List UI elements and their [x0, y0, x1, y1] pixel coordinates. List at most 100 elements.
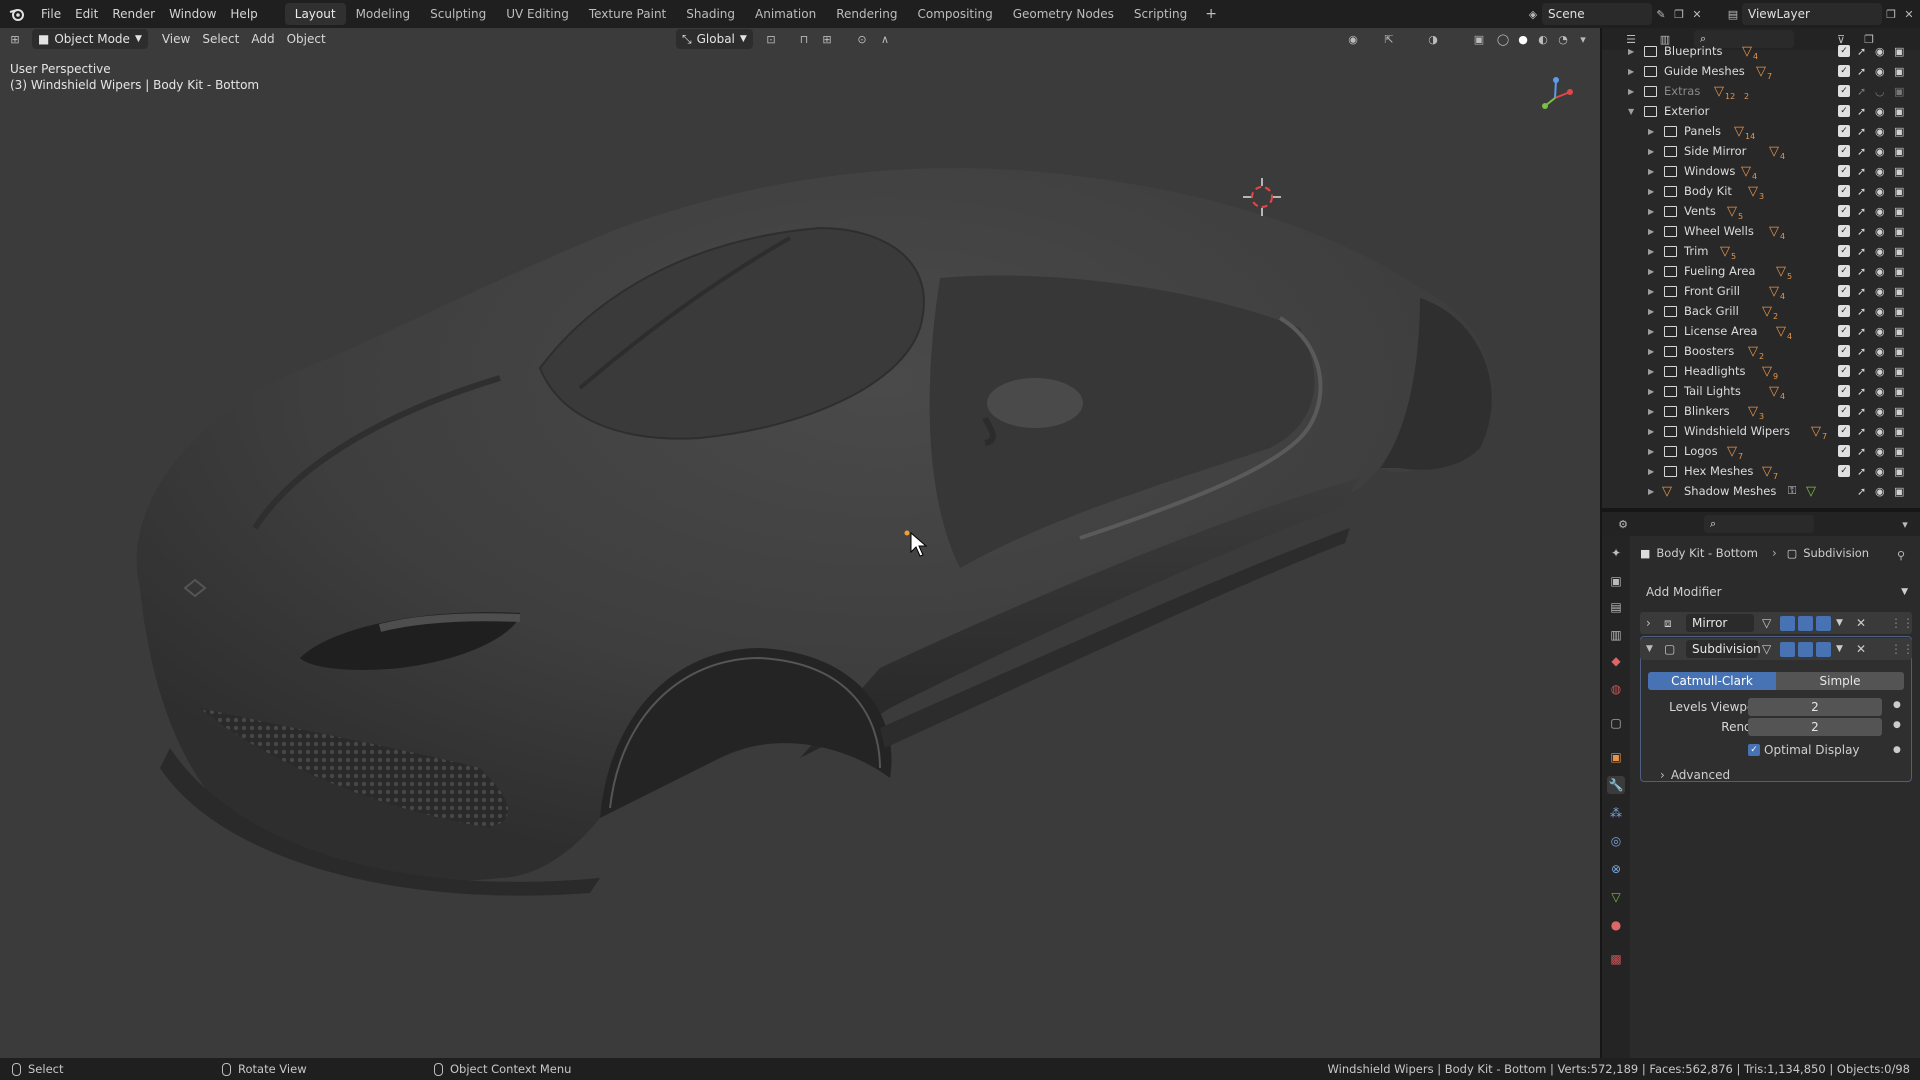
- scene-tab-icon[interactable]: ◆: [1607, 652, 1625, 670]
- outliner-row[interactable]: ▶ Windows ▽ 4 ✓ ➚ ◉ ▣: [1602, 161, 1920, 182]
- expand-right-icon[interactable]: ▶: [1628, 47, 1634, 56]
- eye-icon[interactable]: ◉: [1875, 285, 1885, 298]
- mesh-count-icon[interactable]: ▽: [1769, 144, 1779, 159]
- selectable-icon[interactable]: ➚: [1857, 105, 1866, 118]
- eye-icon[interactable]: ◉: [1875, 65, 1885, 78]
- exclude-checkbox[interactable]: ✓: [1838, 345, 1850, 357]
- world-tab-icon[interactable]: ◍: [1607, 680, 1625, 698]
- particles-tab-icon[interactable]: ⁂: [1607, 804, 1625, 822]
- selectable-icon[interactable]: ➚: [1857, 205, 1866, 218]
- render-camera-icon[interactable]: ▣: [1894, 145, 1904, 158]
- render-camera-icon[interactable]: ▣: [1894, 445, 1904, 458]
- material-shading-icon[interactable]: ◐: [1534, 30, 1552, 48]
- viewport-display-toggle[interactable]: [1798, 641, 1813, 657]
- eye-icon[interactable]: ◉: [1875, 265, 1885, 278]
- outliner-row[interactable]: ▶ Trim ▽ 5 ✓ ➚ ◉ ▣: [1602, 241, 1920, 262]
- menu-window[interactable]: Window: [162, 0, 223, 28]
- eye-icon[interactable]: ◉: [1875, 205, 1885, 218]
- render-tab-icon[interactable]: ▣: [1607, 572, 1625, 590]
- tab-compositing[interactable]: Compositing: [907, 3, 1002, 25]
- outliner-row[interactable]: ▶ Vents ▽ 5 ✓ ➚ ◉ ▣: [1602, 201, 1920, 222]
- material-tab-icon[interactable]: ●: [1607, 916, 1625, 934]
- expand-right-icon[interactable]: ▶: [1648, 427, 1654, 436]
- exclude-checkbox[interactable]: ✓: [1838, 185, 1850, 197]
- render-toggle[interactable]: [1816, 615, 1831, 631]
- subdivision-name-field[interactable]: Subdivision: [1686, 640, 1761, 658]
- selectable-icon[interactable]: ➚: [1857, 405, 1866, 418]
- render-camera-icon[interactable]: ▣: [1894, 45, 1904, 58]
- menu-object[interactable]: Object: [281, 29, 332, 49]
- render-camera-icon[interactable]: ▣: [1894, 365, 1904, 378]
- exclude-checkbox[interactable]: ✓: [1838, 105, 1850, 117]
- selectable-icon[interactable]: ➚: [1857, 65, 1866, 78]
- snap-target-icon[interactable]: ⊞: [818, 30, 836, 48]
- outliner-row[interactable]: ▶ License Area ▽ 4 ✓ ➚ ◉ ▣: [1602, 321, 1920, 342]
- expand-right-icon[interactable]: ▶: [1648, 167, 1654, 176]
- on-cage-toggle[interactable]: [1780, 615, 1795, 631]
- exclude-checkbox[interactable]: ✓: [1838, 145, 1850, 157]
- render-camera-icon[interactable]: ▣: [1894, 225, 1904, 238]
- mesh-count-icon[interactable]: ▽: [1727, 444, 1737, 459]
- expand-right-icon[interactable]: ▶: [1648, 207, 1654, 216]
- tab-geometry-nodes[interactable]: Geometry Nodes: [1003, 3, 1124, 25]
- pin-icon[interactable]: ✎: [1652, 5, 1670, 23]
- rendered-shading-icon[interactable]: ◔: [1554, 30, 1572, 48]
- exclude-checkbox[interactable]: ✓: [1838, 125, 1850, 137]
- outliner-row[interactable]: ▶ Windshield Wipers ▽ 7 ✓ ➚ ◉ ▣: [1602, 421, 1920, 442]
- expand-right-icon[interactable]: ▶: [1648, 227, 1654, 236]
- falloff-icon[interactable]: ∧: [876, 30, 894, 48]
- exclude-checkbox[interactable]: ✓: [1838, 85, 1850, 97]
- mesh-count-icon[interactable]: ▽: [1762, 464, 1772, 479]
- expand-right-icon[interactable]: ▶: [1648, 367, 1654, 376]
- render-toggle[interactable]: [1816, 641, 1831, 657]
- tab-layout[interactable]: Layout: [284, 3, 346, 25]
- tab-shading[interactable]: Shading: [676, 3, 745, 25]
- transform-orientation-dropdown[interactable]: ⤡ Global ▼: [676, 29, 753, 49]
- outliner-row[interactable]: ▶ Headlights ▽ 9 ✓ ➚ ◉ ▣: [1602, 361, 1920, 382]
- selectable-icon[interactable]: ➚: [1857, 465, 1866, 478]
- outliner-row[interactable]: ▶ Logos ▽ 7 ✓ ➚ ◉ ▣: [1602, 441, 1920, 462]
- snap-icon[interactable]: ⊓: [795, 30, 813, 48]
- eye-icon[interactable]: ◉: [1875, 485, 1885, 498]
- selectable-icon[interactable]: ➚: [1857, 45, 1866, 58]
- tool-tab-icon[interactable]: ✦: [1607, 544, 1625, 562]
- new-scene-icon[interactable]: ❐: [1670, 5, 1688, 23]
- render-camera-icon[interactable]: ▣: [1894, 485, 1904, 498]
- menu-select[interactable]: Select: [196, 29, 245, 49]
- edit-mode-icon[interactable]: ▽: [1762, 616, 1771, 630]
- eye-icon[interactable]: ◉: [1875, 225, 1885, 238]
- eye-icon[interactable]: ◉: [1875, 125, 1885, 138]
- catmull-clark-button[interactable]: Catmull-Clark: [1648, 672, 1776, 690]
- exclude-checkbox[interactable]: ✓: [1838, 405, 1850, 417]
- mesh-count-icon[interactable]: ▽: [1811, 424, 1821, 439]
- selectable-icon[interactable]: ➚: [1857, 145, 1866, 158]
- outliner-row[interactable]: ▶ Guide Meshes ▽ 7 ✓ ➚ ◉ ▣: [1602, 61, 1920, 82]
- outliner-row[interactable]: ▶ Front Grill ▽ 4 ✓ ➚ ◉ ▣: [1602, 281, 1920, 302]
- keyframe-dot-icon[interactable]: ●: [1893, 700, 1901, 710]
- chevron-down-icon[interactable]: ▼: [1836, 644, 1843, 654]
- overlay-icon[interactable]: ◑: [1424, 30, 1442, 48]
- close-icon[interactable]: ✕: [1856, 616, 1866, 630]
- 3d-viewport[interactable]: ⊞ ■ Object Mode ▼ View Select Add Object…: [0, 28, 1600, 1058]
- mirror-modifier-header[interactable]: › ⧈ Mirror ▽ ▼ ✕ ⋮⋮: [1640, 612, 1914, 634]
- expand-right-icon[interactable]: ▶: [1648, 307, 1654, 316]
- output-tab-icon[interactable]: ▤: [1607, 598, 1625, 616]
- eye-icon[interactable]: ◉: [1875, 325, 1885, 338]
- drag-handle-icon[interactable]: ⋮⋮: [1890, 642, 1914, 656]
- expand-right-icon[interactable]: ▶: [1648, 407, 1654, 416]
- exclude-checkbox[interactable]: ✓: [1838, 385, 1850, 397]
- object-tab-icon[interactable]: ▣: [1607, 748, 1625, 766]
- expand-right-icon[interactable]: ▶: [1648, 247, 1654, 256]
- selectable-icon[interactable]: ➚: [1857, 325, 1866, 338]
- selectable-icon[interactable]: ➚: [1857, 385, 1866, 398]
- expand-right-icon[interactable]: ▶: [1648, 327, 1654, 336]
- visibility-icon[interactable]: ◉: [1344, 30, 1362, 48]
- delete-scene-icon[interactable]: ✕: [1688, 5, 1706, 23]
- exclude-checkbox[interactable]: ✓: [1838, 445, 1850, 457]
- render-levels-field[interactable]: 2: [1748, 718, 1882, 736]
- subdivision-modifier-header[interactable]: ▼ ▢ Subdivision ▽ ▼ ✕ ⋮⋮: [1640, 638, 1914, 660]
- outliner-row[interactable]: ▶ Boosters ▽ 2 ✓ ➚ ◉ ▣: [1602, 341, 1920, 362]
- mesh-count-icon[interactable]: ▽: [1748, 344, 1758, 359]
- outliner-row[interactable]: ▶ Extras ▽ 12 2 ✓ ➚ ◡ ▣: [1602, 81, 1920, 102]
- gizmo-icon[interactable]: ⇱: [1380, 30, 1398, 48]
